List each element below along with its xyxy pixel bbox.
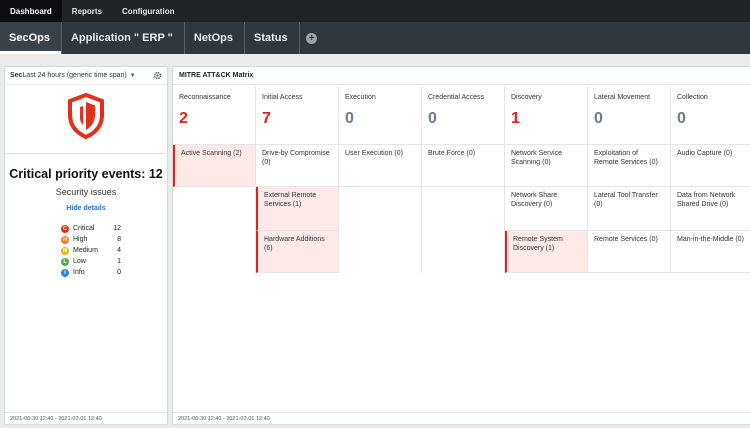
top-nav-dashboard[interactable]: Dashboard	[0, 0, 62, 22]
empty-cell	[173, 187, 256, 231]
tactic-count: 0	[428, 110, 437, 127]
tactic-header[interactable]: Credential Access 0	[422, 87, 505, 145]
shield-icon	[68, 93, 104, 139]
tab-secops[interactable]: SecOps	[0, 22, 62, 54]
mitre-matrix-panel: MITRE ATT&CK Matrix Reconnaissance 2 Initi…	[172, 66, 750, 425]
legend-critical[interactable]: C Critical 12	[61, 223, 121, 234]
tab-status[interactable]: Status	[245, 22, 300, 54]
tactic-name: Lateral Movement	[594, 94, 651, 101]
technique-cell[interactable]: Lateral Tool Transfer (0)	[588, 187, 671, 231]
info-icon: I	[61, 268, 69, 277]
chevron-down-icon: ▼	[129, 72, 136, 79]
critical-icon: C	[61, 224, 69, 233]
technique-cell[interactable]: Brute Force (0)	[422, 145, 505, 187]
tactic-count: 0	[677, 110, 686, 127]
panel-prefix: Sec	[10, 72, 23, 79]
technique-cell[interactable]: User Execution (0)	[339, 145, 422, 187]
legend-medium[interactable]: M Medium 4	[61, 245, 121, 256]
technique-cell[interactable]: Remote Services (0)	[588, 231, 671, 273]
empty-cell	[422, 231, 505, 273]
technique-cell[interactable]: Active Scanning (2)	[173, 145, 256, 187]
tactic-count: 0	[345, 110, 354, 127]
timespan-label: Last 24 hours (generic time span)	[22, 72, 127, 79]
tactic-header[interactable]: Reconnaissance 2	[173, 87, 256, 145]
tactic-name: Discovery	[511, 94, 542, 101]
hide-details-link[interactable]: Hide details	[5, 205, 167, 212]
top-nav-configuration[interactable]: Configuration	[112, 0, 184, 22]
technique-cell[interactable]: Data from Network Shared Drive (0)	[671, 187, 750, 231]
tactic-name: Collection	[677, 94, 708, 101]
empty-cell	[339, 187, 422, 231]
security-issues-title: Security issues	[55, 187, 117, 197]
technique-cell[interactable]: Remote System Discovery (1)	[505, 231, 588, 273]
severity-legend: C Critical 12 H High 8 M Medium 4 L Low …	[61, 223, 121, 278]
critical-events-title: Critical priority events: 12	[9, 167, 163, 181]
technique-cell[interactable]: Hardware Additions (6)	[256, 231, 339, 273]
medium-icon: M	[61, 246, 69, 255]
tactic-header[interactable]: Collection 0	[671, 87, 750, 145]
tactic-count: 2	[179, 110, 188, 127]
legend-low[interactable]: L Low 1	[61, 256, 121, 267]
tactic-header[interactable]: Discovery 1	[505, 87, 588, 145]
tactic-header[interactable]: Initial Access 7	[256, 87, 339, 145]
tactic-name: Reconnaissance	[179, 94, 231, 101]
technique-cell[interactable]: Network Share Discovery (0)	[505, 187, 588, 231]
add-tab-button[interactable]: +	[300, 22, 324, 54]
legend-high[interactable]: H High 8	[61, 234, 121, 245]
tactic-count: 7	[262, 110, 271, 127]
tactic-header[interactable]: Lateral Movement 0	[588, 87, 671, 145]
top-nav: Dashboard Reports Configuration	[0, 0, 750, 22]
high-icon: H	[61, 235, 69, 244]
right-time-range: 2021-06-30 12:40 - 2021-07-01 12:40	[173, 412, 750, 424]
empty-cell	[339, 231, 422, 273]
legend-info[interactable]: I Info 0	[61, 267, 121, 278]
tab-application-erp[interactable]: Application " ERP "	[62, 22, 185, 54]
tactic-header[interactable]: Execution 0	[339, 87, 422, 145]
tactic-name: Credential Access	[428, 94, 485, 101]
empty-cell	[422, 187, 505, 231]
tactic-name: Initial Access	[262, 94, 303, 101]
mitre-matrix-grid: Reconnaissance 2 Initial Access 7 Execution 0…	[173, 87, 750, 273]
dashboard-tabs: SecOps Application " ERP " NetOps Status…	[0, 22, 750, 54]
technique-cell[interactable]: External Remote Services (1)	[256, 187, 339, 231]
empty-cell	[173, 231, 256, 273]
technique-cell[interactable]: Drive-by Compromise (0)	[256, 145, 339, 187]
top-nav-reports[interactable]: Reports	[62, 0, 112, 22]
timespan-selector[interactable]: Sec Last 24 hours (generic time span) ▼	[5, 67, 167, 85]
technique-cell[interactable]: Audio Capture (0)	[671, 145, 750, 187]
gear-icon[interactable]	[153, 71, 162, 80]
technique-cell[interactable]: Man-in-the-Middle (0)	[671, 231, 750, 273]
security-issues-panel: Sec Last 24 hours (generic time span) ▼ …	[4, 66, 168, 425]
left-time-range: 2021-06-30 12:40 - 2021-07-01 12:40	[5, 412, 167, 424]
tab-netops[interactable]: NetOps	[185, 22, 245, 54]
plus-icon: +	[306, 32, 318, 44]
technique-cell[interactable]: Network Service Scanning (0)	[505, 145, 588, 187]
tactic-name: Execution	[345, 94, 376, 101]
low-icon: L	[61, 257, 69, 266]
technique-cell[interactable]: Exploitation of Remote Services (0)	[588, 145, 671, 187]
tactic-count: 1	[511, 110, 520, 127]
matrix-title: MITRE ATT&CK Matrix	[173, 67, 750, 85]
tactic-count: 0	[594, 110, 603, 127]
